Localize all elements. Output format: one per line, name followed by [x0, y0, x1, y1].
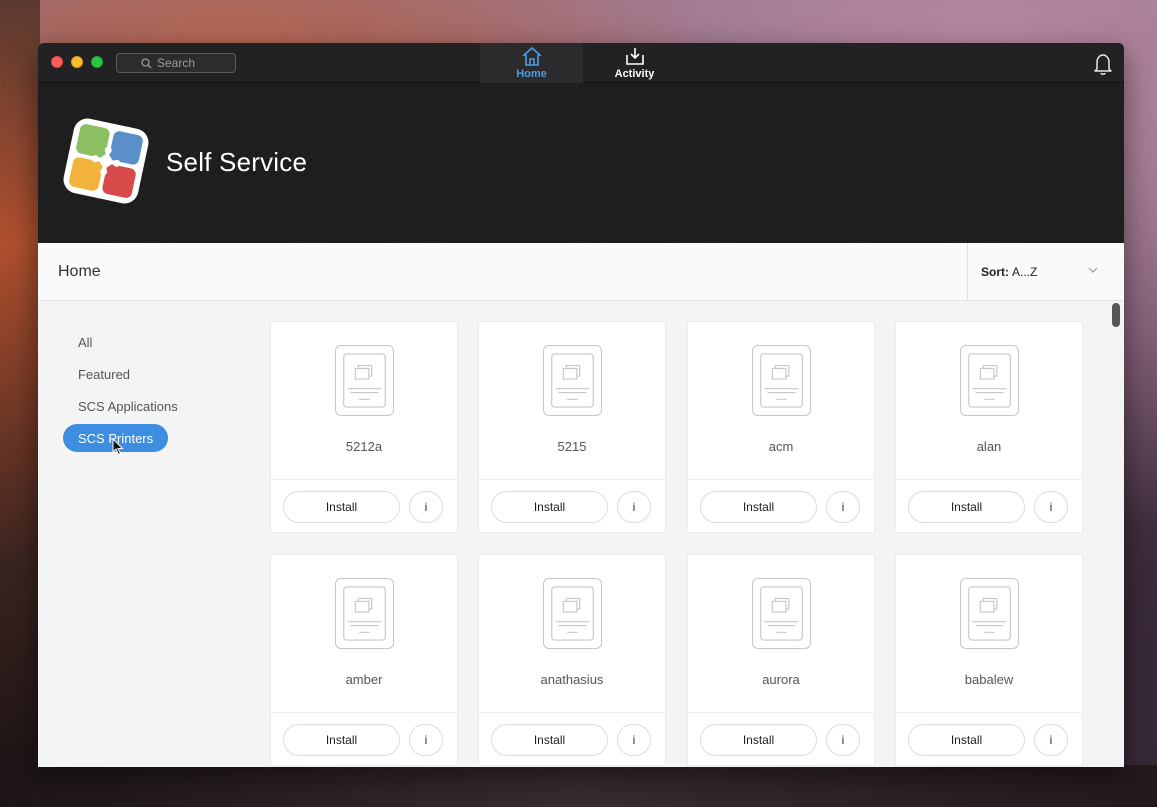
minimize-window-button[interactable]	[71, 56, 83, 68]
package-icon	[960, 578, 1019, 649]
install-button[interactable]: Install	[283, 724, 400, 756]
item-name: amber	[345, 672, 383, 687]
item-name: acm	[768, 439, 794, 454]
catalog-grid: 5212a Install i 5215 Install i acm Insta…	[270, 321, 1100, 767]
info-button[interactable]: i	[1034, 491, 1068, 523]
sidebar-item-all[interactable]: All	[63, 328, 107, 356]
sidebar-item-label: Featured	[78, 366, 131, 382]
branding-banner: Self Service	[38, 83, 1124, 243]
card-header: 5212a	[271, 322, 457, 480]
install-button[interactable]: Install	[908, 724, 1025, 756]
package-icon	[960, 345, 1019, 416]
self-service-logo	[63, 118, 149, 204]
card-header: amber	[271, 555, 457, 713]
tab-activity-label: Activity	[614, 68, 655, 80]
info-button[interactable]: i	[617, 491, 651, 523]
mouse-cursor-icon	[112, 438, 124, 456]
info-button[interactable]: i	[409, 724, 443, 756]
install-button[interactable]: Install	[908, 491, 1025, 523]
sidebar-item-scs-applications[interactable]: SCS Applications	[63, 392, 193, 420]
desktop-wallpaper	[0, 0, 40, 807]
sidebar-item-label: All	[78, 334, 93, 350]
item-name: 5212a	[345, 439, 383, 454]
search-input[interactable]: Search	[116, 53, 236, 73]
card-header: acm	[688, 322, 874, 480]
item-name: babalew	[964, 672, 1014, 687]
desktop-wallpaper-bottom	[0, 765, 1157, 807]
tab-home[interactable]: Home	[480, 43, 583, 83]
app-title: Self Service	[166, 147, 308, 177]
install-button[interactable]: Install	[700, 724, 817, 756]
package-icon	[543, 345, 602, 416]
info-button[interactable]: i	[409, 491, 443, 523]
close-window-button[interactable]	[51, 56, 63, 68]
info-button[interactable]: i	[826, 724, 860, 756]
catalog-item-card[interactable]: alan Install i	[895, 321, 1083, 533]
download-icon	[625, 48, 644, 65]
search-placeholder: Search	[157, 56, 196, 70]
sidebar-item-featured[interactable]: Featured	[63, 360, 145, 388]
package-icon	[752, 345, 811, 416]
install-button[interactable]: Install	[491, 491, 608, 523]
package-icon	[752, 578, 811, 649]
notifications-bell-icon[interactable]	[1092, 52, 1114, 76]
card-header: babalew	[896, 555, 1082, 713]
category-sidebar: All Featured SCS Applications SCS Printe…	[38, 301, 246, 767]
package-icon	[335, 578, 394, 649]
catalog-item-card[interactable]: 5212a Install i	[270, 321, 458, 533]
item-name: 5215	[557, 439, 587, 454]
self-service-window: Search Home Activity Self Service Home S…	[38, 43, 1124, 767]
sidebar-item-label: SCS Applications	[78, 398, 178, 414]
install-button[interactable]: Install	[491, 724, 608, 756]
info-button[interactable]: i	[617, 724, 651, 756]
catalog-item-card[interactable]: amber Install i	[270, 554, 458, 766]
page-header: Home Sort: A...Z	[38, 243, 1124, 301]
page-title: Home	[58, 263, 101, 280]
card-header: alan	[896, 322, 1082, 480]
card-header: aurora	[688, 555, 874, 713]
catalog-item-card[interactable]: acm Install i	[687, 321, 875, 533]
sort-label: Sort:	[981, 265, 1009, 279]
maximize-window-button[interactable]	[91, 56, 103, 68]
card-header: 5215	[479, 322, 665, 480]
card-header: anathasius	[479, 555, 665, 713]
item-name: aurora	[762, 672, 800, 687]
tab-home-label: Home	[516, 68, 547, 80]
package-icon	[543, 578, 602, 649]
package-icon	[335, 345, 394, 416]
sort-value: A...Z	[1012, 265, 1038, 279]
scrollbar-thumb[interactable]	[1112, 303, 1120, 327]
info-button[interactable]: i	[826, 491, 860, 523]
chevron-down-icon	[1088, 267, 1098, 273]
install-button[interactable]: Install	[283, 491, 400, 523]
sort-dropdown[interactable]: Sort: A...Z	[967, 243, 1124, 301]
item-name: alan	[976, 439, 1002, 454]
tab-activity[interactable]: Activity	[583, 43, 686, 83]
titlebar: Search Home Activity	[38, 43, 1124, 83]
catalog-item-card[interactable]: anathasius Install i	[478, 554, 666, 766]
search-icon	[141, 58, 152, 69]
catalog-item-card[interactable]: babalew Install i	[895, 554, 1083, 766]
item-name: anathasius	[540, 672, 604, 687]
home-icon	[521, 47, 542, 66]
catalog-item-card[interactable]: aurora Install i	[687, 554, 875, 766]
catalog-item-card[interactable]: 5215 Install i	[478, 321, 666, 533]
info-button[interactable]: i	[1034, 724, 1068, 756]
install-button[interactable]: Install	[700, 491, 817, 523]
